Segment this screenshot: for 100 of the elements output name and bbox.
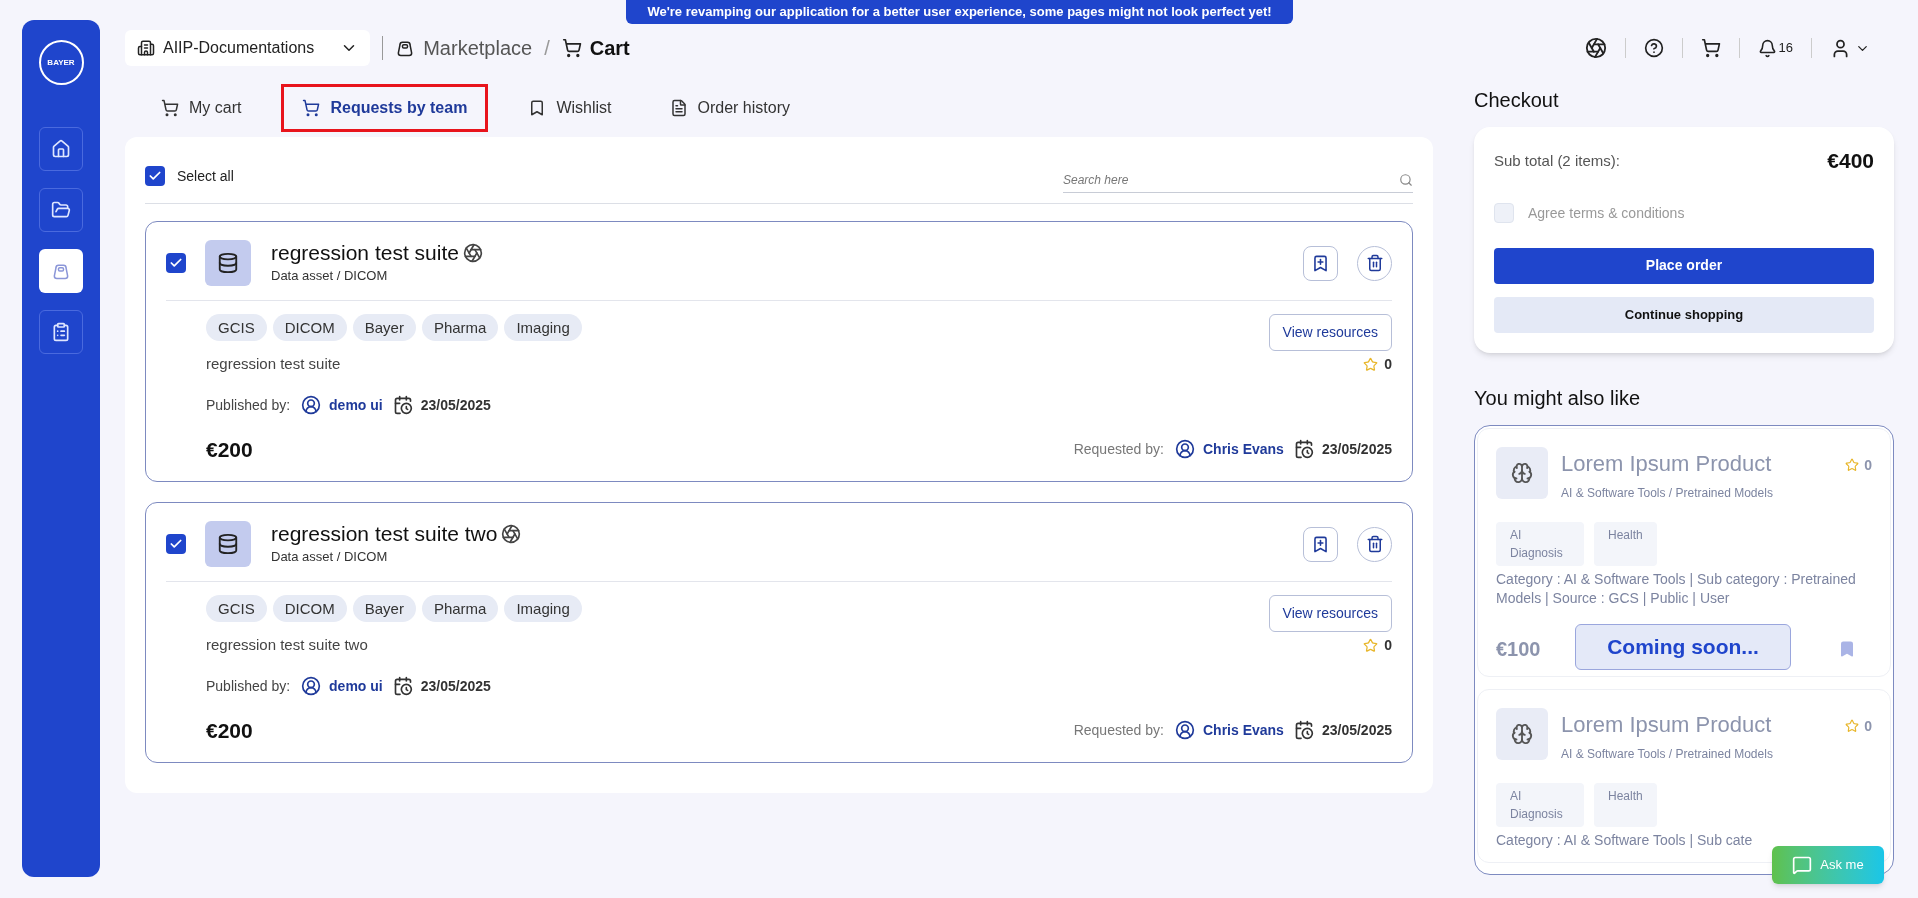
checkout-title: Checkout	[1474, 88, 1560, 113]
continue-shopping-button[interactable]: Continue shopping	[1494, 296, 1874, 333]
rating-count: 0	[1384, 635, 1392, 655]
tag: Imaging	[504, 595, 582, 622]
calendar-icon	[1293, 720, 1314, 741]
subtotal-label: Sub total (2 items):	[1494, 150, 1620, 171]
bag-icon	[51, 261, 71, 281]
item-price: €200	[206, 717, 253, 744]
tag: Pharma	[421, 595, 499, 622]
announcement-banner: We're revamping our application for a better user experience, some pages might not look perfect yet!	[626, 0, 1293, 24]
tag: Bayer	[352, 314, 416, 341]
cart-icon	[1700, 38, 1721, 58]
requested-label: Requested by:	[1073, 439, 1164, 459]
aperture-icon	[462, 243, 483, 264]
user-icon	[301, 395, 322, 415]
star-icon	[1363, 637, 1379, 653]
search-field[interactable]: Search here	[1063, 170, 1399, 189]
publisher-link[interactable]: demo ui	[329, 675, 383, 697]
product-details: Category : AI & Software Tools | Sub cate	[1496, 830, 1753, 850]
tag: GCIS	[206, 314, 267, 341]
tag: DICOM	[272, 595, 347, 622]
notification-count: 16	[1778, 39, 1793, 58]
published-date: 23/05/2025	[420, 395, 491, 415]
sidebar-item[interactable]	[39, 188, 83, 232]
trash-icon	[1365, 254, 1384, 272]
notifications-icon	[1757, 38, 1777, 58]
breadcrumb-link[interactable]: Cart	[589, 33, 630, 63]
item-title: regression test suite two	[271, 521, 498, 548]
sidebar-item[interactable]	[39, 127, 83, 171]
item-price: €200	[206, 436, 253, 463]
search-icon	[1399, 172, 1413, 187]
bookmark-plus-icon	[1311, 534, 1330, 554]
rating-count: 0	[1864, 716, 1872, 736]
item-checkbox[interactable]	[166, 534, 186, 554]
calendar-icon	[392, 676, 413, 696]
sidebar-item[interactable]	[39, 249, 83, 293]
trash-icon	[1365, 535, 1384, 553]
product-title: Lorem Ipsum Product	[1561, 710, 1773, 739]
tab[interactable]: Wishlist	[510, 84, 630, 132]
select-all-checkbox[interactable]	[145, 166, 165, 186]
cart-icon	[561, 38, 582, 58]
home-icon	[51, 139, 71, 159]
check-icon	[169, 537, 183, 551]
terms-checkbox[interactable]	[1494, 203, 1514, 223]
calendar-icon	[392, 395, 413, 415]
item-subtitle: Data asset / DICOM	[271, 548, 389, 567]
tag: AI Diagnosis	[1496, 782, 1584, 827]
published-date: 23/05/2025	[420, 676, 491, 696]
wishlist-add-button[interactable]	[1303, 245, 1338, 281]
cart-icon	[161, 99, 179, 117]
tag: GCIS	[206, 595, 267, 622]
wishlist-add-button[interactable]	[1303, 526, 1338, 562]
view-resources-button[interactable]: View resources	[1268, 314, 1392, 351]
rating-count: 0	[1864, 455, 1872, 475]
tab[interactable]: My cart	[143, 84, 260, 132]
coming-soon-label: Coming soon...	[1575, 623, 1791, 670]
rating-count: 0	[1384, 354, 1392, 374]
aperture-icon	[501, 524, 522, 545]
requester-link[interactable]: Chris Evans	[1203, 719, 1284, 741]
requester-link[interactable]: Chris Evans	[1203, 438, 1284, 460]
publisher-link[interactable]: demo ui	[329, 394, 383, 416]
published-label: Published by:	[206, 676, 291, 696]
brain-icon	[1496, 707, 1548, 760]
breadcrumb-separator: /	[544, 36, 550, 61]
item-title: regression test suite	[271, 240, 459, 267]
product-category: AI & Software Tools / Pretrained Models	[1561, 484, 1773, 502]
item-description: regression test suite two	[206, 635, 368, 655]
help-icon	[1643, 38, 1664, 58]
user-icon	[301, 676, 322, 696]
tag: Health	[1594, 782, 1657, 827]
cart-icon	[302, 99, 321, 117]
star-icon	[1845, 458, 1860, 472]
tab[interactable]: Order history	[651, 84, 808, 132]
tag: Imaging	[504, 314, 582, 341]
brain-icon	[1496, 446, 1548, 499]
tab[interactable]: Requests by team	[281, 84, 489, 132]
select-all-label: Select all	[177, 166, 234, 186]
user-icon	[1175, 720, 1195, 741]
recommendations-title: You might also like	[1474, 385, 1642, 411]
requested-date: 23/05/2025	[1321, 720, 1392, 740]
requested-date: 23/05/2025	[1321, 439, 1392, 459]
product-title: Lorem Ipsum Product	[1561, 449, 1773, 478]
sidebar-item[interactable]	[39, 310, 83, 354]
clipboard-icon	[51, 322, 71, 342]
tag: Health	[1594, 521, 1657, 566]
database-icon	[205, 240, 251, 286]
document-icon	[669, 99, 688, 117]
star-icon	[1363, 356, 1379, 372]
logo: BAYER	[38, 40, 84, 85]
tag: AI Diagnosis	[1496, 521, 1584, 566]
aperture-icon	[1584, 37, 1607, 59]
breadcrumb-link[interactable]: Marketplace	[423, 33, 533, 63]
item-checkbox[interactable]	[166, 253, 186, 273]
place-order-button[interactable]: Place order	[1494, 247, 1874, 284]
item-subtitle: Data asset / DICOM	[271, 267, 389, 286]
item-description: regression test suite	[206, 354, 341, 374]
product-price: €100	[1496, 636, 1541, 662]
workspace-dropdown[interactable]: AIIP-Documentations	[125, 30, 371, 66]
check-icon	[148, 169, 162, 183]
view-resources-button[interactable]: View resources	[1268, 595, 1392, 632]
